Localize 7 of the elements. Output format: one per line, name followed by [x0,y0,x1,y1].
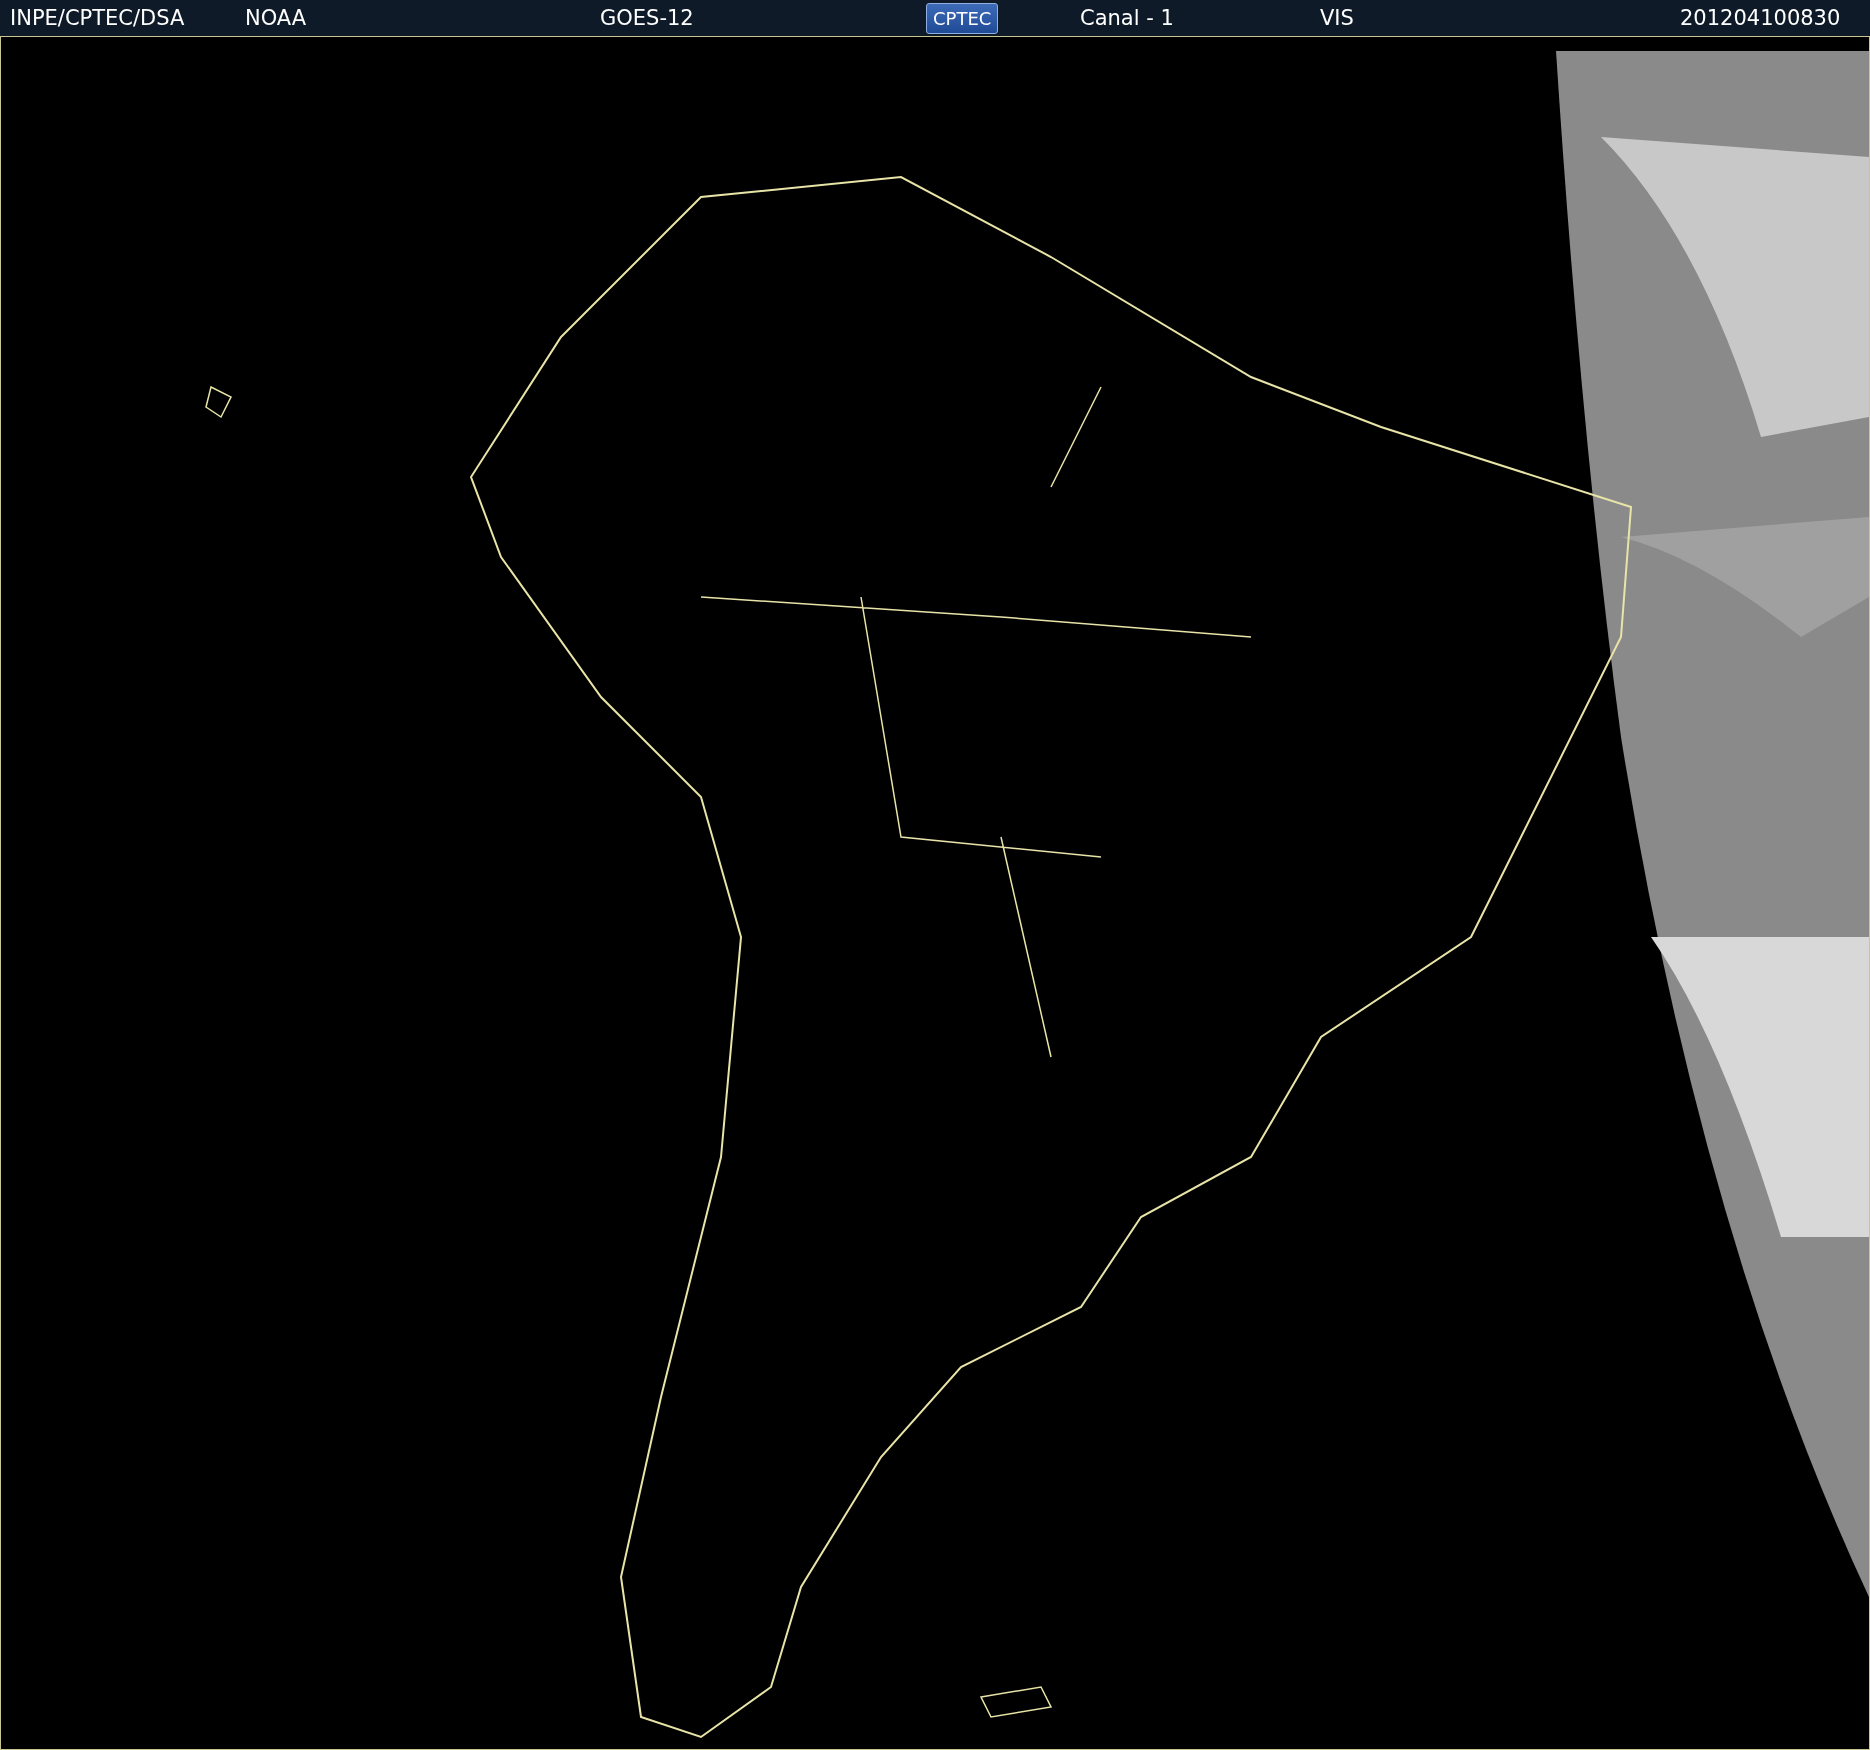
agency-label: NOAA [245,6,308,30]
source-label: INPE/CPTEC/DSA [10,6,186,30]
band-label: VIS [1320,6,1355,30]
satellite-label: GOES-12 [600,6,695,30]
channel-label: Canal - 1 [1080,6,1175,30]
logo: CPTEC [926,2,999,34]
timestamp-label: 201204100830 [1680,6,1841,30]
